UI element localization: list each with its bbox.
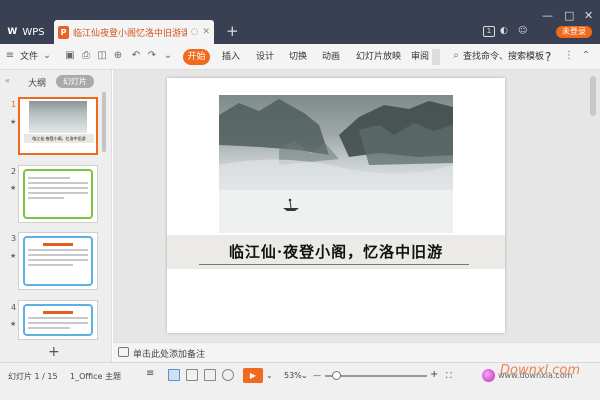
zoom-level[interactable]: 53% bbox=[284, 371, 302, 380]
tab-animations[interactable]: 动画 bbox=[322, 44, 340, 70]
minimize-icon[interactable]: — bbox=[542, 9, 553, 22]
help-button[interactable]: ? bbox=[545, 44, 551, 70]
tab-outline[interactable]: 大纲 bbox=[28, 76, 46, 89]
chevron-up-icon[interactable]: ⌃ bbox=[580, 50, 592, 62]
file-menu[interactable]: 文件 bbox=[20, 44, 38, 70]
tab-review[interactable]: 审阅 bbox=[411, 44, 429, 70]
thumbnail-frame bbox=[23, 236, 93, 286]
thumbnail-number: 4 bbox=[11, 303, 17, 312]
current-slide[interactable]: 临江仙·夜登小阁，忆洛中旧游 bbox=[167, 78, 505, 333]
thumbnail-frame bbox=[23, 169, 93, 219]
slide-editing-area: 临江仙·夜登小阁，忆洛中旧游 bbox=[113, 70, 600, 342]
more-tabs-button[interactable] bbox=[432, 49, 440, 65]
tab-slideshow[interactable]: 幻灯片放映 bbox=[356, 44, 401, 70]
slide-sorter-icon[interactable] bbox=[186, 369, 198, 381]
wps-logo-icon: W bbox=[7, 27, 18, 37]
slide-thumbnail-3[interactable] bbox=[18, 232, 98, 290]
undo-icon[interactable]: ↶ bbox=[130, 50, 142, 62]
title-underline bbox=[199, 264, 469, 265]
tab-insert[interactable]: 插入 bbox=[222, 44, 240, 70]
export-pdf-icon[interactable]: ⊕ bbox=[112, 50, 124, 62]
wps-home-tab[interactable]: W WPS bbox=[0, 20, 52, 44]
sidebar-scrollbar[interactable] bbox=[102, 92, 106, 152]
collapse-panel-icon[interactable]: « bbox=[5, 76, 10, 85]
maximize-icon[interactable]: □ bbox=[564, 9, 574, 22]
thumbnail-title: 临江仙·夜登小阁，忆洛中旧游 bbox=[24, 134, 94, 143]
hamburger-menu-icon[interactable]: ≡ bbox=[4, 50, 16, 62]
thumbnail-number: 2 bbox=[11, 167, 17, 176]
slide-thumbnail-1[interactable]: 临江仙·夜登小阁，忆洛中旧游 bbox=[18, 97, 98, 155]
slide-thumbnail-panel: « 大纲 幻灯片 1 ★ 临江仙·夜登小阁，忆洛中旧游 2 ★ 3 ★ 4 ★ … bbox=[0, 70, 112, 362]
animation-star-icon: ★ bbox=[10, 252, 17, 260]
add-slide-button[interactable]: + bbox=[48, 344, 60, 360]
save-icon[interactable]: ▣ bbox=[64, 50, 76, 62]
presentation-file-icon: P bbox=[58, 25, 69, 39]
thumbnail-number: 1 bbox=[11, 100, 17, 109]
close-window-icon[interactable]: ✕ bbox=[584, 9, 593, 22]
ribbon-menu-bar: ≡ 文件 ⌄ ▣ ⎙ ◫ ⊕ ↶ ↷ ⌄ 开始 插入 设计 切换 动画 幻灯片放… bbox=[0, 44, 600, 70]
zoom-in-button[interactable]: + bbox=[430, 369, 438, 380]
tab-design[interactable]: 设计 bbox=[256, 44, 274, 70]
thumbnail-number: 3 bbox=[11, 234, 17, 243]
slide-thumbnail-2[interactable] bbox=[18, 165, 98, 223]
landscape-painting bbox=[219, 99, 453, 233]
chevron-down-icon[interactable]: ⌄ bbox=[41, 50, 53, 62]
user-icon[interactable]: ☺ bbox=[518, 26, 527, 36]
status-bar: 幻灯片 1 / 15 1_Office 主题 ≡ ▶ ⌄ 53% ⌄ — + ⛶… bbox=[0, 362, 600, 400]
notes-icon bbox=[118, 347, 129, 357]
tab-transitions[interactable]: 切换 bbox=[289, 44, 307, 70]
more-options-icon[interactable]: ⋮ bbox=[563, 50, 575, 62]
close-tab-icon[interactable]: ✕ bbox=[202, 27, 210, 37]
wps-presentation-window: W WPS P 临江仙夜登小阁忆洛中旧游课件 ◌ ✕ + — □ ✕ 1 ◐ ☺… bbox=[0, 0, 600, 400]
zoom-out-button[interactable]: — bbox=[313, 371, 321, 380]
new-tab-button[interactable]: + bbox=[226, 22, 239, 40]
play-slideshow-button[interactable]: ▶ bbox=[243, 368, 263, 383]
fit-window-icon[interactable]: ⛶ bbox=[446, 371, 452, 381]
animation-star-icon: ★ bbox=[10, 320, 17, 328]
tab-slides[interactable]: 幻灯片 bbox=[56, 75, 94, 88]
misty-landscape-image[interactable] bbox=[219, 95, 453, 233]
animation-star-icon: ★ bbox=[10, 118, 17, 126]
notes-placeholder[interactable]: 单击此处添加备注 bbox=[133, 347, 205, 360]
eye-protection-icon[interactable] bbox=[222, 369, 234, 381]
title-bar: W WPS P 临江仙夜登小阁忆洛中旧游课件 ◌ ✕ + — □ ✕ 1 ◐ ☺… bbox=[0, 0, 600, 44]
zoom-level-chevron-icon[interactable]: ⌄ bbox=[301, 371, 308, 380]
notes-toggle-icon[interactable]: ≡ bbox=[146, 368, 154, 379]
window-count-badge[interactable]: 1 bbox=[483, 26, 495, 37]
document-tab[interactable]: P 临江仙夜登小阁忆洛中旧游课件 ◌ ✕ bbox=[54, 20, 214, 44]
watermark-url: Downxl.com bbox=[500, 363, 581, 378]
zoom-slider-thumb[interactable] bbox=[332, 371, 342, 380]
play-options-chevron-icon[interactable]: ⌄ bbox=[266, 371, 273, 380]
redo-icon[interactable]: ↷ bbox=[146, 50, 158, 62]
sidebar-tabs: « 大纲 幻灯片 bbox=[0, 70, 112, 92]
print-icon[interactable]: ⎙ bbox=[80, 50, 92, 62]
cloud-sync-icon[interactable]: ◌ bbox=[191, 27, 199, 37]
print-preview-icon[interactable]: ◫ bbox=[96, 50, 108, 62]
wps-home-label: WPS bbox=[22, 26, 45, 38]
notes-pane[interactable]: 单击此处添加备注 bbox=[113, 342, 600, 362]
command-search-input[interactable]: 查找命令、搜索模板 bbox=[463, 44, 544, 70]
thumbnail-frame bbox=[23, 304, 93, 336]
search-icon[interactable]: ⌕ bbox=[450, 50, 462, 62]
normal-view-icon[interactable] bbox=[168, 369, 180, 381]
tab-start[interactable]: 开始 bbox=[183, 49, 210, 65]
login-button[interactable]: 未登录 bbox=[556, 26, 592, 38]
canvas-scrollbar[interactable] bbox=[590, 76, 596, 116]
chevron-down-icon[interactable]: ⌄ bbox=[162, 50, 174, 62]
slide-thumbnail-4[interactable] bbox=[18, 300, 98, 340]
document-tab-title: 临江仙夜登小阁忆洛中旧游课件 bbox=[73, 28, 187, 39]
slide-indicator: 幻灯片 1 / 15 bbox=[8, 372, 58, 381]
skin-icon[interactable]: ◐ bbox=[500, 26, 508, 36]
theme-name[interactable]: 1_Office 主题 bbox=[70, 371, 121, 382]
animation-star-icon: ★ bbox=[10, 184, 17, 192]
watermark-logo bbox=[482, 369, 495, 382]
thumbnail-image bbox=[29, 101, 87, 133]
reading-view-icon[interactable] bbox=[204, 369, 216, 381]
title-band: 临江仙·夜登小阁，忆洛中旧游 bbox=[167, 235, 505, 269]
